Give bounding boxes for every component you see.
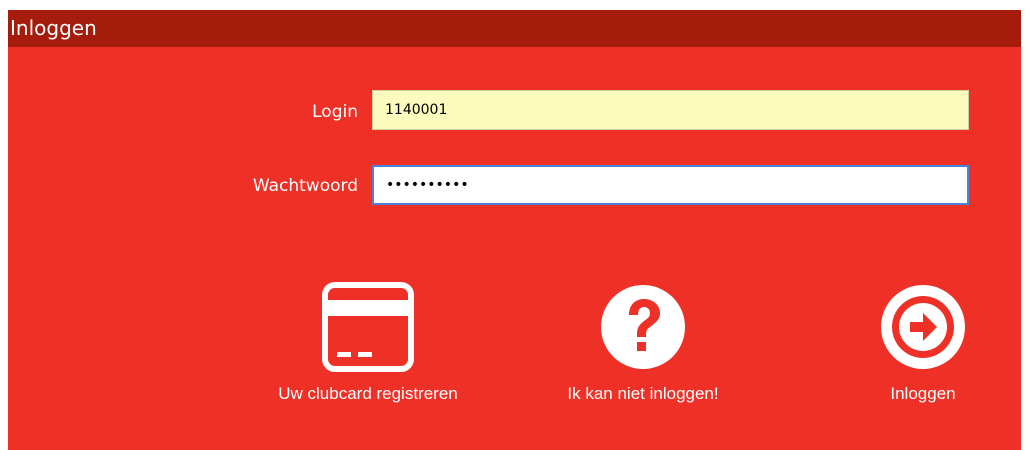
login-label-text: Inloggen — [890, 384, 956, 403]
login-window: Inloggen Login Wachtwoord Uw clubcard re… — [8, 10, 1021, 450]
cannot-login-label: Ik kan niet inloggen! — [567, 384, 719, 403]
window-title: Inloggen — [10, 16, 97, 40]
login-button[interactable]: Inloggen — [828, 282, 1018, 404]
password-input[interactable] — [372, 165, 969, 205]
card-icon — [322, 282, 414, 372]
arrow-right-icon — [881, 285, 965, 369]
question-icon — [601, 285, 685, 369]
login-input[interactable] — [372, 90, 969, 130]
register-clubcard-label: Uw clubcard registreren — [278, 384, 458, 403]
register-clubcard-button[interactable]: Uw clubcard registreren — [238, 282, 498, 404]
password-label: Wachtwoord — [252, 176, 358, 196]
cannot-login-button[interactable]: Ik kan niet inloggen! — [518, 282, 768, 404]
login-label: Login — [312, 102, 358, 122]
title-bar: Inloggen — [8, 10, 1021, 47]
